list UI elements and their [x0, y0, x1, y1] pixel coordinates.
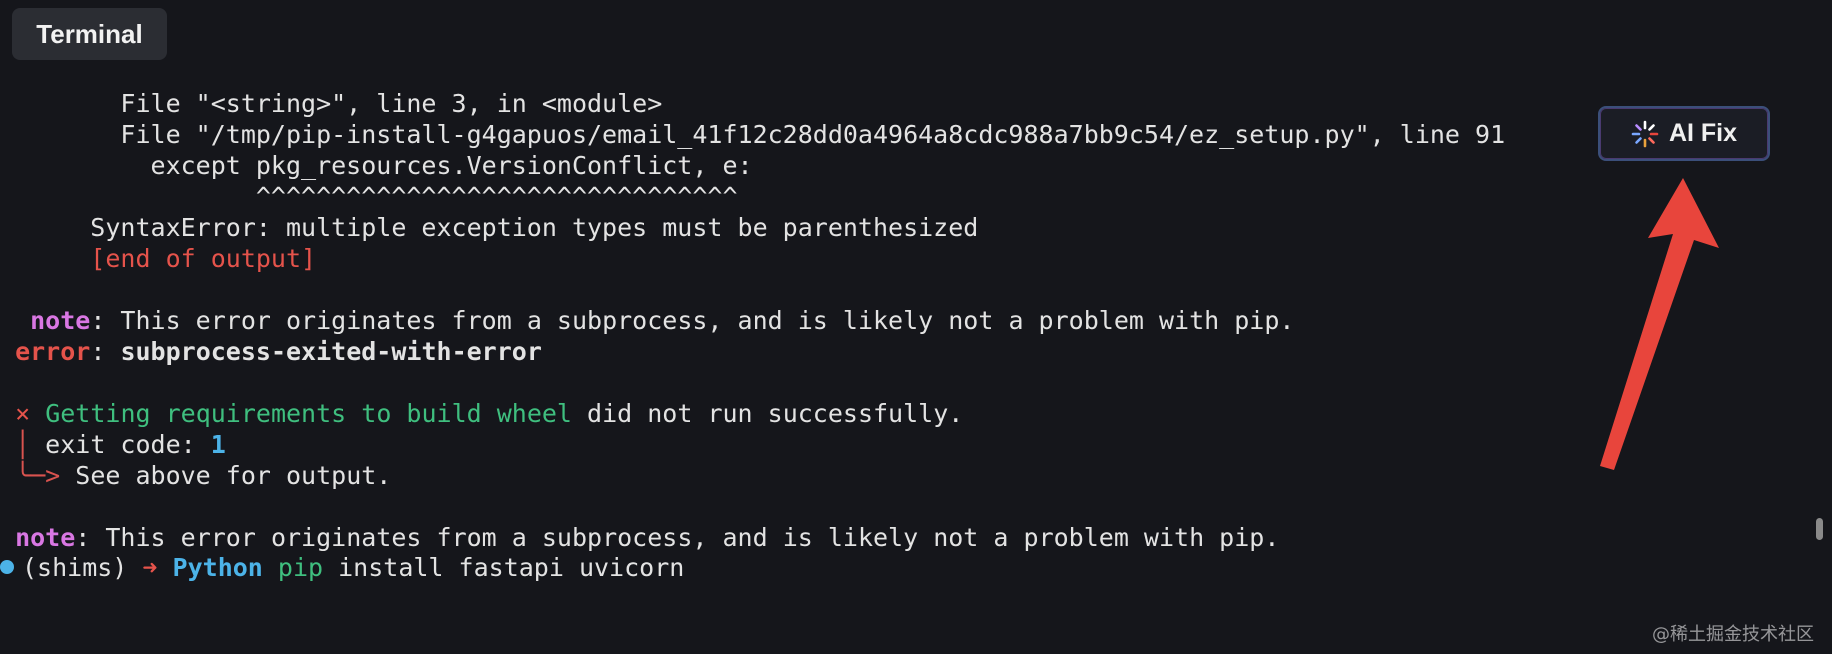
error-label: error	[15, 337, 91, 366]
output-line: ^^^^^^^^^^^^^^^^^^^^^^^^^^^^^^^^	[0, 182, 738, 211]
exit-code-value: 1	[210, 430, 226, 459]
output-line: SyntaxError: multiple exception types mu…	[0, 213, 979, 242]
tree-arrow-icon: ╰─>	[15, 461, 61, 490]
prompt-command-name: pip	[277, 553, 324, 582]
note-label-2: note	[15, 523, 76, 552]
build-step-text: Getting requirements to build wheel	[45, 399, 572, 428]
note-text-2: : This error originates from a subproces…	[75, 523, 1280, 552]
scrollbar-thumb[interactable]	[1816, 518, 1823, 540]
note-label: note	[30, 306, 91, 335]
prompt-command-args: install fastapi uvicorn	[323, 553, 685, 582]
annotation-arrow-icon	[1600, 178, 1719, 470]
sparkle-icon	[1631, 120, 1659, 147]
build-status-text: did not run successfully.	[571, 399, 964, 428]
prompt-env: (shims)	[22, 553, 128, 582]
note-line-2: note: This error originates from a subpr…	[0, 522, 1279, 554]
note-text: : This error originates from a subproces…	[90, 306, 1295, 335]
output-line: File "/tmp/pip-install-g4gapuos/email_41…	[0, 120, 1506, 149]
ai-fix-button[interactable]: AI Fix	[1598, 106, 1770, 161]
watermark: @稀土掘金技术社区	[1652, 624, 1814, 645]
exit-code-line: │ exit code: 1	[0, 429, 226, 461]
error-text: subprocess-exited-with-error	[120, 337, 542, 366]
terminal-window: Terminal File "<string>", line 3, in <mo…	[0, 0, 1832, 654]
exit-code-label: exit code:	[30, 430, 211, 459]
terminal-output: File "<string>", line 3, in <module> Fil…	[0, 0, 1505, 638]
prompt-status-dot-icon	[0, 560, 14, 574]
build-status-line: × Getting requirements to build wheel di…	[0, 398, 963, 430]
see-above-line: ╰─> See above for output.	[0, 460, 391, 492]
fail-mark-icon: ×	[15, 399, 31, 428]
prompt-directory: Python	[172, 553, 263, 582]
see-above-text: See above for output.	[60, 461, 392, 490]
error-line: error: subprocess-exited-with-error	[0, 336, 542, 368]
end-of-output-line: [end of output]	[0, 244, 317, 273]
ai-fix-label: AI Fix	[1668, 119, 1738, 147]
output-line: except pkg_resources.VersionConflict, e:	[0, 151, 753, 180]
prompt-arrow-icon: ➜	[142, 553, 158, 582]
output-line: File "<string>", line 3, in <module>	[0, 89, 663, 118]
note-line: note: This error originates from a subpr…	[0, 305, 1294, 337]
prompt-line[interactable]: (shims) ➜ Python pip install fastapi uvi…	[0, 552, 684, 584]
tree-bar-icon: │	[15, 430, 31, 459]
error-sep: :	[90, 337, 121, 366]
